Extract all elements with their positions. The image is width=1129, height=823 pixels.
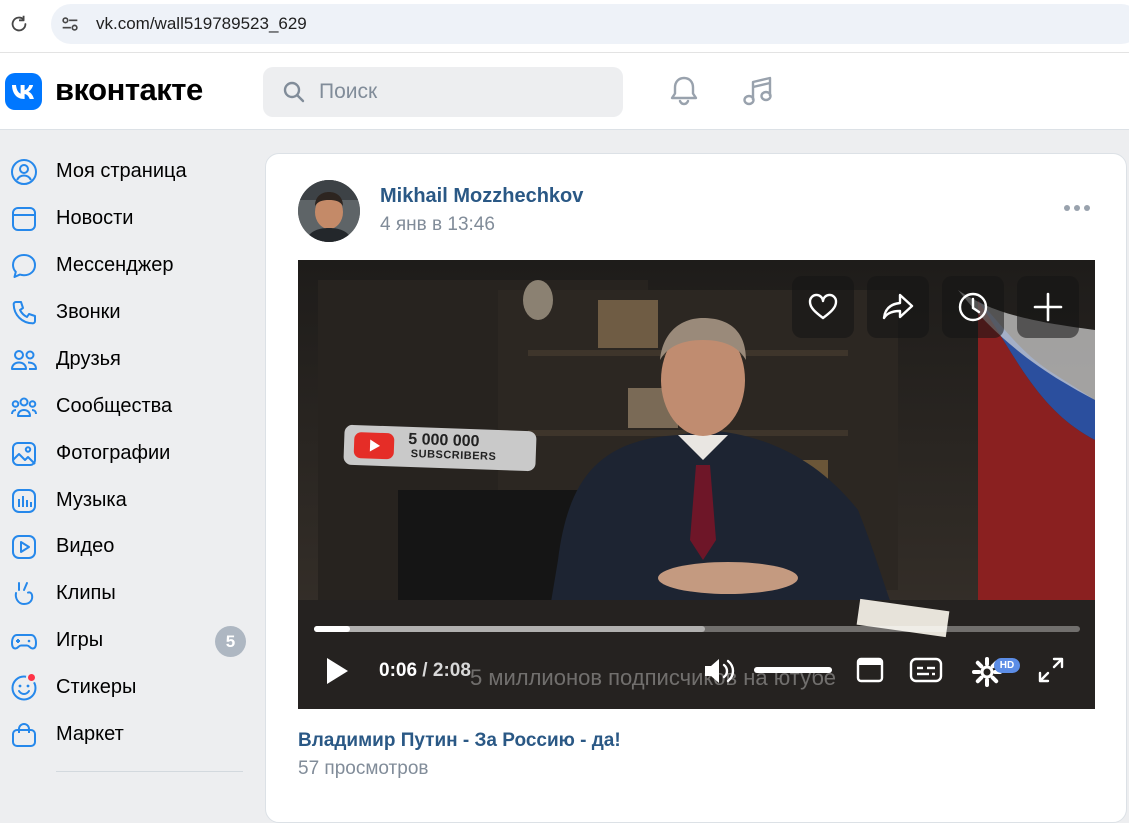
subtitles-icon[interactable]	[909, 656, 943, 684]
address-bar[interactable]: vk.com/wall519789523_629	[51, 4, 1129, 44]
left-sidebar: Моя страница Новости Мессенджер Звонки Д…	[0, 130, 260, 803]
sidebar-divider	[56, 771, 243, 772]
sidebar-item-calls[interactable]: Звонки	[0, 288, 256, 335]
search-box[interactable]	[263, 67, 623, 117]
video-progress-fill	[314, 626, 350, 632]
sidebar-item-clips[interactable]: Клипы	[0, 569, 256, 616]
video-duration: 2:08	[432, 660, 471, 681]
games-icon	[11, 634, 37, 650]
sidebar-item-label: Друзья	[56, 348, 121, 370]
sidebar-item-music[interactable]: Музыка	[0, 476, 256, 523]
video-title-link[interactable]: Владимир Путин - За Россию - да!	[298, 730, 621, 752]
photo-icon	[12, 442, 36, 466]
notifications-bell-icon[interactable]	[666, 73, 702, 109]
video-time-separator: /	[417, 660, 433, 681]
sidebar-item-label: Моя страница	[56, 160, 187, 182]
sidebar-item-label: Новости	[56, 207, 134, 229]
site-settings-icon[interactable]	[59, 13, 81, 35]
music-icon	[12, 489, 36, 513]
author-avatar[interactable]	[298, 180, 360, 242]
music-player-icon[interactable]	[740, 73, 776, 109]
video-time: 0:06 / 2:08	[379, 660, 471, 682]
like-video-button[interactable]	[792, 276, 854, 338]
sidebar-item-games[interactable]: Игры 5	[0, 616, 256, 663]
search-icon	[283, 81, 305, 103]
sidebar-item-label: Мессенджер	[56, 254, 174, 276]
sidebar-item-label: Звонки	[56, 301, 121, 323]
sidebar-item-stickers[interactable]: Стикеры	[0, 663, 256, 710]
sidebar-item-label: Игры	[56, 629, 104, 651]
video-views-count: 57 просмотров	[298, 758, 429, 779]
search-input[interactable]	[319, 80, 609, 104]
vk-header: вконтакте	[0, 53, 1129, 130]
plus-icon	[1033, 292, 1063, 322]
sidebar-item-video[interactable]: Видео	[0, 522, 256, 569]
sidebar-item-label: Музыка	[56, 489, 127, 511]
phone-icon	[12, 301, 36, 325]
notification-dot	[26, 672, 37, 683]
share-icon	[882, 293, 914, 320]
sidebar-item-label: Фотографии	[56, 442, 171, 464]
user-circle-icon	[11, 159, 37, 185]
friends-icon	[11, 350, 37, 370]
sidebar-item-photos[interactable]: Фотографии	[0, 429, 256, 476]
sidebar-item-news[interactable]: Новости	[0, 194, 256, 241]
reload-icon[interactable]	[8, 13, 30, 35]
sidebar-item-label: Клипы	[56, 582, 116, 604]
share-video-button[interactable]	[867, 276, 929, 338]
more-options-icon[interactable]	[1062, 202, 1092, 214]
sidebar-item-communities[interactable]: Сообщества	[0, 382, 256, 429]
sidebar-item-label: Сообщества	[56, 395, 173, 417]
mini-player-icon[interactable]	[856, 656, 884, 684]
video-icon	[12, 535, 36, 559]
clock-icon	[958, 292, 988, 322]
vk-logo-icon[interactable]	[5, 73, 42, 110]
youtube-subscribers-badge: 5 000 000 SUBSCRIBERS	[343, 424, 537, 472]
sidebar-item-label: Стикеры	[56, 676, 137, 698]
news-icon	[12, 207, 36, 231]
url-text[interactable]: vk.com/wall519789523_629	[96, 14, 307, 34]
video-current-time: 0:06	[379, 660, 418, 681]
youtube-play-icon	[353, 432, 395, 460]
subscriber-label: SUBSCRIBERS	[410, 447, 497, 463]
sidebar-item-label: Маркет	[56, 723, 124, 745]
watch-later-button[interactable]	[942, 276, 1004, 338]
wall-post: Mikhail Mozzhechkov 4 янв в 13:46 5 000 …	[265, 153, 1127, 823]
video-player[interactable]: 5 000 000 SUBSCRIBERS 5 миллионов подпис…	[298, 260, 1095, 709]
volume-icon[interactable]	[702, 656, 738, 686]
clips-icon	[14, 582, 34, 606]
fullscreen-icon[interactable]	[1037, 656, 1065, 684]
post-author-name[interactable]: Mikhail Mozzhechkov	[380, 185, 583, 208]
video-progress-bar[interactable]	[314, 626, 1080, 632]
heart-icon	[808, 293, 838, 320]
games-count-badge: 5	[215, 626, 246, 657]
sidebar-item-label: Видео	[56, 535, 115, 557]
volume-fill	[754, 667, 832, 673]
sidebar-item-messenger[interactable]: Мессенджер	[0, 241, 256, 288]
communities-icon	[11, 397, 37, 417]
video-buffer-fill	[314, 626, 705, 632]
sidebar-item-my-page[interactable]: Моя страница	[0, 147, 256, 194]
vk-logo-text[interactable]: вконтакте	[55, 72, 203, 108]
sidebar-item-friends[interactable]: Друзья	[0, 335, 256, 382]
sidebar-item-market[interactable]: Маркет	[0, 710, 256, 757]
market-icon	[12, 723, 36, 747]
message-icon	[12, 254, 36, 278]
hd-quality-badge: HD	[994, 658, 1020, 673]
browser-toolbar: vk.com/wall519789523_629	[0, 0, 1129, 53]
play-icon[interactable]	[324, 656, 350, 686]
volume-slider[interactable]	[754, 667, 832, 673]
post-date[interactable]: 4 янв в 13:46	[380, 214, 495, 236]
add-video-button[interactable]	[1017, 276, 1079, 338]
